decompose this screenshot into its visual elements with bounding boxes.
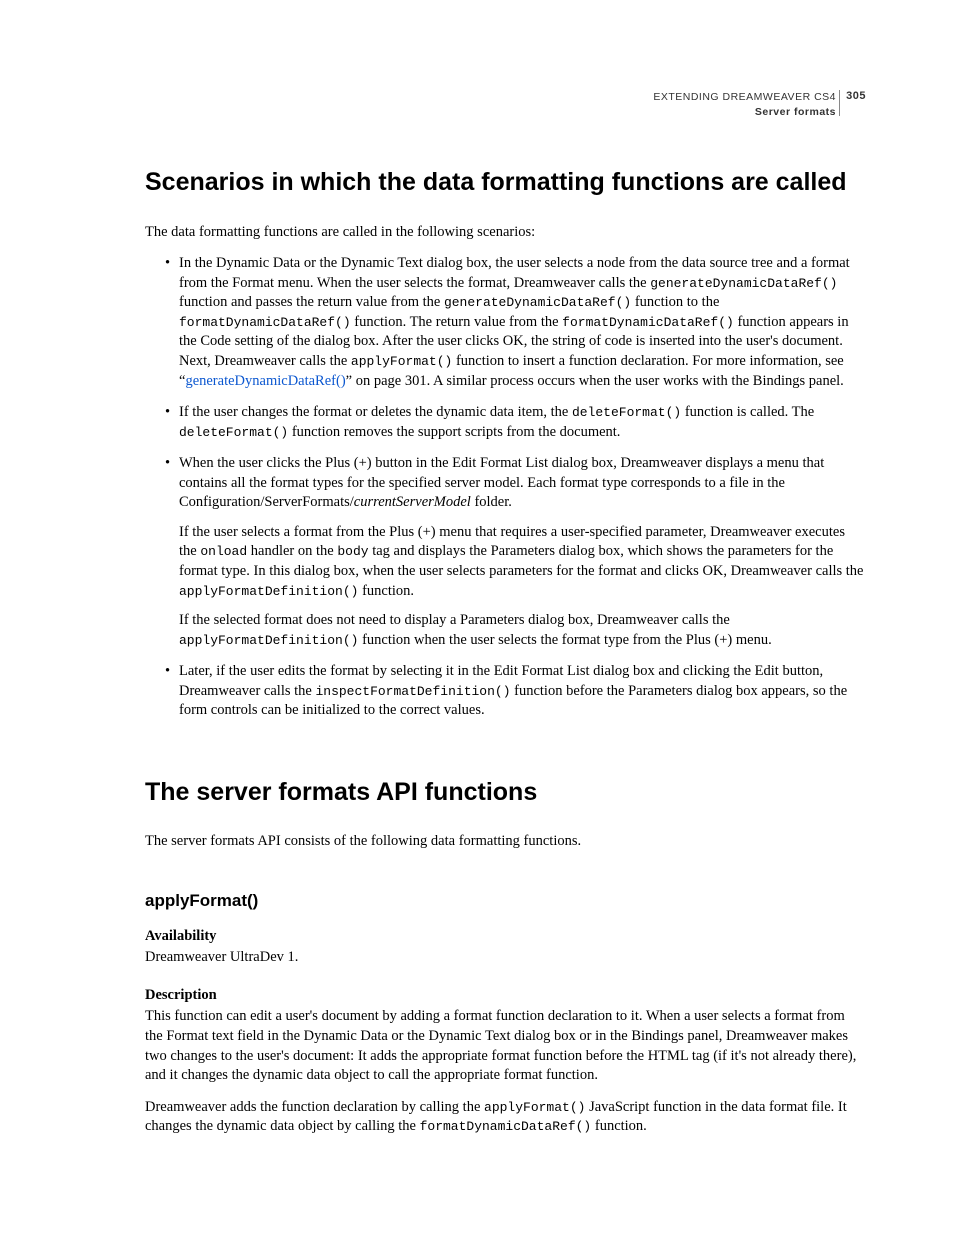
list-item: If the user changes the format or delete… — [165, 403, 866, 442]
page-header: EXTENDING DREAMWEAVER CS4 Server formats… — [145, 90, 866, 119]
header-section: Server formats — [145, 105, 836, 119]
scenario-list: In the Dynamic Data or the Dynamic Text … — [145, 254, 866, 721]
italic-path: currentServerModel — [354, 494, 471, 510]
code-inline: applyFormat() — [484, 1100, 585, 1115]
code-inline: inspectFormatDefinition() — [315, 684, 510, 699]
code-inline: applyFormatDefinition() — [179, 633, 358, 648]
code-inline: deleteFormat() — [179, 425, 288, 440]
code-inline: formatDynamicDataRef() — [179, 315, 351, 330]
cross-ref-link[interactable]: generateDynamicDataRef() — [185, 373, 345, 389]
code-inline: onload — [200, 544, 247, 559]
description-label: Description — [145, 986, 866, 1006]
intro-scenarios: The data formatting functions are called… — [145, 223, 866, 243]
page-number: 305 — [839, 90, 866, 116]
code-inline: body — [337, 544, 368, 559]
code-inline: applyFormat() — [351, 354, 452, 369]
list-item: In the Dynamic Data or the Dynamic Text … — [165, 254, 866, 391]
code-inline: generateDynamicDataRef() — [444, 295, 631, 310]
heading-scenarios: Scenarios in which the data formatting f… — [145, 167, 866, 198]
description-p1: This function can edit a user's document… — [145, 1007, 866, 1085]
code-inline: formatDynamicDataRef() — [420, 1119, 592, 1134]
heading-api: The server formats API functions — [145, 777, 866, 808]
list-item: When the user clicks the Plus (+) button… — [165, 454, 866, 650]
code-inline: deleteFormat() — [572, 405, 681, 420]
code-inline: generateDynamicDataRef() — [650, 276, 837, 291]
description-p2: Dreamweaver adds the function declaratio… — [145, 1098, 866, 1137]
intro-api: The server formats API consists of the f… — [145, 832, 866, 852]
heading-applyformat: applyFormat() — [145, 890, 866, 913]
header-doc-title: EXTENDING DREAMWEAVER CS4 — [145, 90, 836, 104]
availability-value: Dreamweaver UltraDev 1. — [145, 948, 866, 968]
availability-label: Availability — [145, 927, 866, 947]
code-inline: applyFormatDefinition() — [179, 584, 358, 599]
code-inline: formatDynamicDataRef() — [562, 315, 734, 330]
list-item: Later, if the user edits the format by s… — [165, 662, 866, 721]
